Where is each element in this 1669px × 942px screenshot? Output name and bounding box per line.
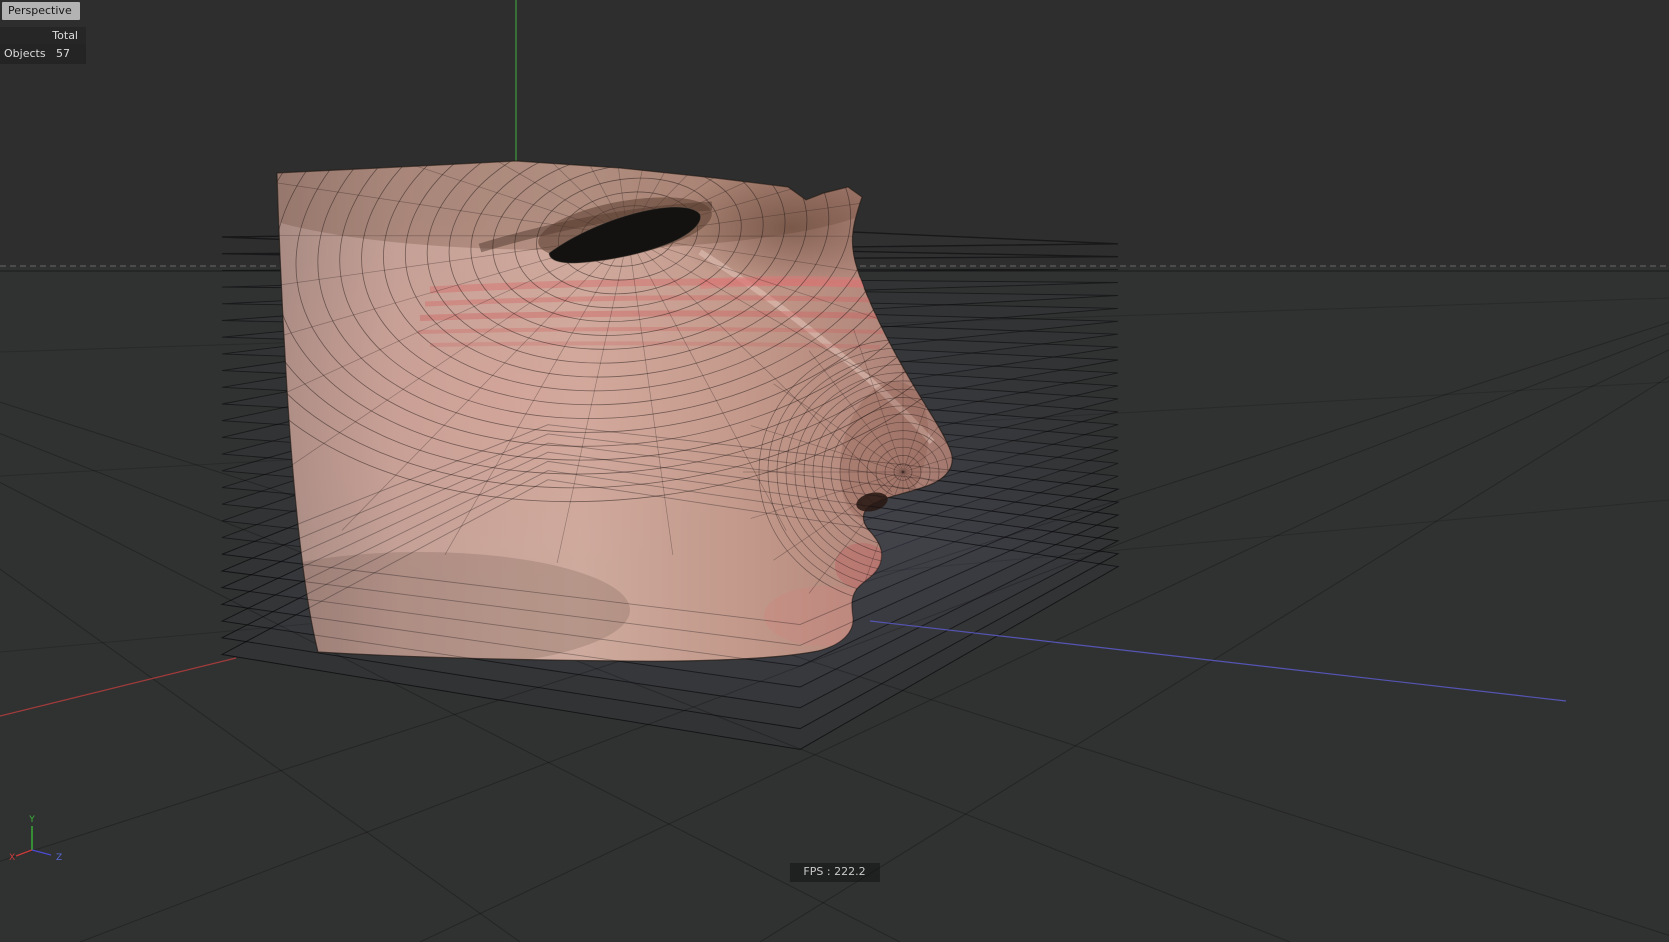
stats-total-header: Total [52, 29, 78, 42]
gizmo-x-label: X [9, 853, 15, 863]
gizmo-x-axis [15, 849, 33, 857]
viewport-3d[interactable]: Perspective Total Objects 57 FPS : 222.2… [0, 0, 1669, 942]
stats-objects-value: 57 [56, 47, 70, 60]
fps-counter: FPS : 222.2 [789, 863, 880, 882]
view-mode-label[interactable]: Perspective [2, 2, 80, 20]
gizmo-y-label: Y [28, 815, 35, 825]
gizmo-z-axis [31, 849, 52, 856]
stats-hud: Total Objects 57 [0, 27, 86, 64]
gizmo-z-label: Z [56, 853, 62, 863]
stats-objects-label: Objects [4, 47, 46, 60]
stats-row-objects: Objects 57 [0, 44, 86, 64]
scene-canvas[interactable] [0, 0, 1669, 942]
axis-gizmo[interactable]: Y X Z [4, 810, 84, 864]
